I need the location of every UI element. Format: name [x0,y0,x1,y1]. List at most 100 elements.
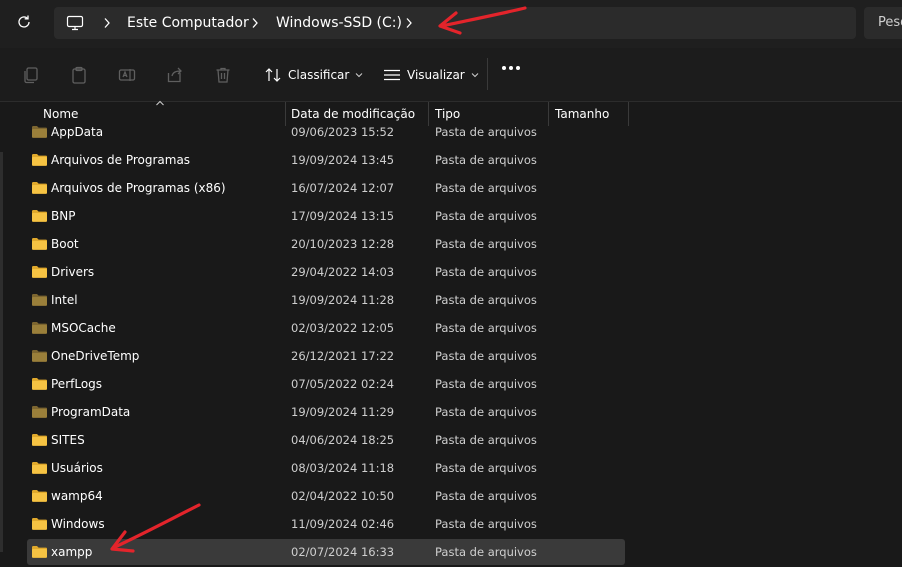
table-row[interactable]: PerfLogs 07/05/2022 02:24 Pasta de arquivo… [27,371,625,397]
table-row[interactable]: MSOCache 02/03/2022 12:05 Pasta de arquivo… [27,315,625,341]
file-name: BNP [51,209,76,223]
table-row[interactable]: OneDriveTemp 26/12/2021 17:22 Pasta de arq… [27,343,625,369]
table-row[interactable]: BNP 17/09/2024 13:15 Pasta de arquivos [27,203,625,229]
file-name: Usuários [51,461,103,475]
paste-icon[interactable] [69,65,89,85]
file-date: 02/03/2022 12:05 [291,321,395,335]
chevron-down-icon [471,73,479,78]
folder-icon [32,406,47,418]
refresh-icon [18,15,30,28]
folder-icon [32,154,47,166]
file-date: 26/12/2021 17:22 [291,349,395,363]
breadcrumb-este-computador[interactable]: Este Computador [127,15,249,31]
file-type: Pasta de arquivos [435,265,537,279]
table-row[interactable]: Arquivos de Programas (x86) 16/07/2024 12… [27,175,625,201]
file-name: MSOCache [51,321,116,335]
folder-icon [32,294,47,306]
file-name: Arquivos de Programas (x86) [51,181,226,195]
file-date: 19/09/2024 11:28 [291,293,395,307]
table-row[interactable]: wamp64 02/04/2022 10:50 Pasta de arquivos [27,483,625,509]
file-date: 29/04/2022 14:03 [291,265,395,279]
rename-icon[interactable] [117,65,137,85]
table-row[interactable]: ProgramData 19/09/2024 11:29 Pasta de arqu… [27,399,625,425]
file-name: SITES [51,433,85,447]
more-icon[interactable] [502,66,520,70]
file-type: Pasta de arquivos [435,545,537,559]
file-type: Pasta de arquivos [435,433,537,447]
table-row[interactable]: Arquivos de Programas 19/09/2024 13:45 Pas… [27,147,625,173]
file-date: 20/10/2023 12:28 [291,237,395,251]
folder-icon [32,378,47,390]
file-type: Pasta de arquivos [435,461,537,475]
file-type: Pasta de arquivos [435,517,537,531]
address-bar[interactable]: Este Computador Windows-SSD (C:) [54,7,856,39]
chevron-right-icon[interactable] [102,16,112,30]
share-icon[interactable] [165,65,185,85]
file-date: 11/09/2024 02:46 [291,517,395,531]
sort-icon [265,68,281,82]
file-date: 07/05/2022 02:24 [291,377,395,391]
file-name: Arquivos de Programas [51,153,191,167]
breadcrumb-windows-ssd[interactable]: Windows-SSD (C:) [276,15,402,31]
folder-icon [32,210,47,222]
folder-icon [32,266,47,278]
file-type: Pasta de arquivos [435,293,537,307]
file-date: 17/09/2024 13:15 [291,209,395,223]
table-row[interactable]: Drivers 29/04/2022 14:03 Pasta de arquivos [27,259,625,285]
file-name: PerfLogs [51,377,103,391]
table-row[interactable]: SITES 04/06/2024 18:25 Pasta de arquivos [27,427,625,453]
file-date: 19/09/2024 11:29 [291,405,395,419]
chevron-right-icon[interactable] [250,16,260,30]
file-date: 08/03/2024 11:18 [291,461,395,475]
file-type: Pasta de arquivos [435,377,537,391]
scroll-edge [0,152,3,552]
toolbar-divider [487,58,488,90]
folder-icon [32,126,47,138]
file-type: Pasta de arquivos [435,321,537,335]
file-type: Pasta de arquivos [435,237,537,251]
file-type: Pasta de arquivos [435,489,537,503]
copy-icon[interactable] [21,65,41,85]
file-date: 02/04/2022 10:50 [291,489,395,503]
file-type: Pasta de arquivos [435,153,537,167]
table-row[interactable]: xampp 02/07/2024 16:33 Pasta de arquivos [27,539,625,565]
file-name: wamp64 [51,489,103,503]
delete-icon[interactable] [213,65,233,85]
file-date: 09/06/2023 15:52 [291,125,395,139]
search-box[interactable]: Pesquisar [864,7,902,39]
folder-icon [32,350,47,362]
table-row[interactable]: AppData 09/06/2023 15:52 Pasta de arquivos [27,119,625,145]
refresh-button[interactable] [12,10,36,34]
file-name: Intel [51,293,78,307]
file-date: 19/09/2024 13:45 [291,153,395,167]
folder-icon [32,546,47,558]
file-type: Pasta de arquivos [435,209,537,223]
sort-label: Classificar [288,68,350,82]
table-row[interactable]: Intel 19/09/2024 11:28 Pasta de arquivos [27,287,625,313]
address-bar-area: Este Computador Windows-SSD (C:) Pesquis… [0,0,902,48]
sort-button[interactable]: Classificar [264,63,363,87]
chevron-right-icon[interactable] [404,16,414,30]
table-row[interactable]: Windows 11/09/2024 02:46 Pasta de arquivos [27,511,625,537]
file-type: Pasta de arquivos [435,125,537,139]
table-row[interactable]: Usuários 08/03/2024 11:18 Pasta de arquivo… [27,455,625,481]
file-name: AppData [51,125,104,139]
file-list: Nome Data de modificação Tipo Tamanho Ap… [0,100,902,567]
folder-icon [32,238,47,250]
folder-icon [32,518,47,530]
file-name: ProgramData [51,405,131,419]
folder-icon [32,490,47,502]
computer-icon [66,15,84,31]
file-date: 04/06/2024 18:25 [291,433,395,447]
file-type: Pasta de arquivos [435,349,537,363]
file-name: Drivers [51,265,95,279]
file-date: 16/07/2024 12:07 [291,181,395,195]
view-label: Visualizar [407,68,465,82]
file-type: Pasta de arquivos [435,405,537,419]
file-name: Boot [51,237,79,251]
table-row[interactable]: Boot 20/10/2023 12:28 Pasta de arquivos [27,231,625,257]
file-name: Windows [51,517,105,531]
view-button[interactable]: Visualizar [383,63,479,87]
file-date: 02/07/2024 16:33 [291,545,395,559]
file-type: Pasta de arquivos [435,181,537,195]
